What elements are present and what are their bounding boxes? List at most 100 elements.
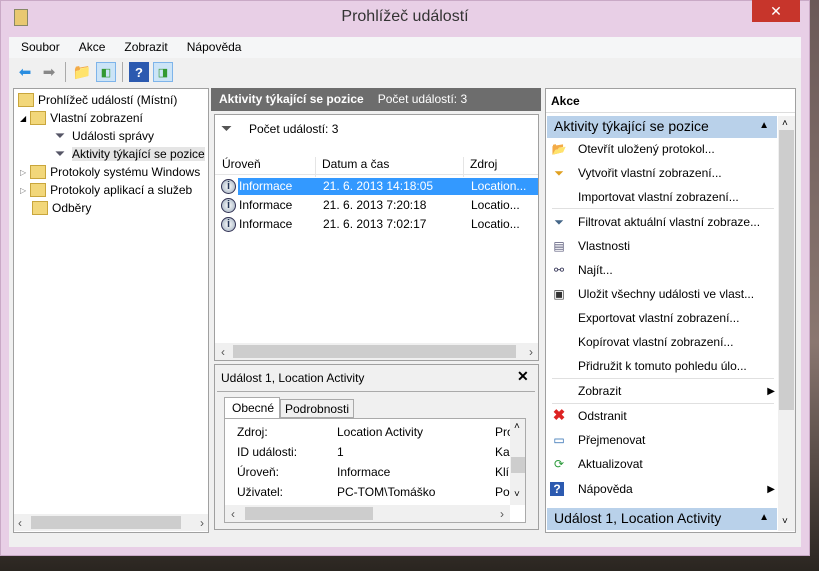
list-horizontal-scrollbar[interactable]: ‹ › xyxy=(215,343,538,360)
tree-item-windows-logs[interactable]: ▷ Protokoly systému Windows xyxy=(20,163,200,181)
action-help[interactable]: ? Nápověda ▶ xyxy=(550,478,775,500)
collapse-icon[interactable]: ▲ xyxy=(759,120,769,131)
tree-item-app-logs[interactable]: ▷ Protokoly aplikací a služeb xyxy=(20,181,192,199)
scroll-thumb[interactable] xyxy=(245,507,373,520)
menu-soubor[interactable]: Soubor xyxy=(9,37,67,58)
submenu-arrow-icon: ▶ xyxy=(767,385,775,397)
folder-icon xyxy=(30,111,47,125)
general-tab-content: Zdroj: Location Activity Pro ID události: 1… xyxy=(224,418,526,523)
scroll-right-icon[interactable]: › xyxy=(200,516,204,530)
menu-zobrazit[interactable]: Zobrazit xyxy=(112,37,174,58)
action-copy[interactable]: Kopírovat vlastní zobrazení... xyxy=(550,331,775,353)
scroll-thumb[interactable] xyxy=(233,345,516,358)
collapse-icon[interactable]: ▲ xyxy=(759,512,769,523)
pane-count: Počet událostí: 3 xyxy=(377,92,468,106)
action-label: Zobrazit xyxy=(578,384,622,398)
rename-icon: ▭ xyxy=(553,433,565,447)
navigation-tree: Prohlížeč událostí (Místní) ◢ Vlastní zob… xyxy=(13,88,209,533)
forward-icon[interactable]: ➡ xyxy=(39,62,59,82)
action-attach-task[interactable]: Přidružit k tomuto pohledu úlo... xyxy=(550,355,775,377)
tree-horizontal-scrollbar[interactable]: ‹ › xyxy=(14,514,208,531)
expand-icon[interactable]: ▷ xyxy=(20,168,26,177)
field-value: 1 xyxy=(337,445,344,459)
scroll-up-icon[interactable]: ˄ xyxy=(782,118,788,129)
action-filter[interactable]: ⏷ Filtrovat aktuální vlastní zobraze... xyxy=(550,211,775,233)
action-find[interactable]: ⚯ Najít... xyxy=(550,259,775,281)
field-label: Po xyxy=(495,485,510,499)
toolbar-separator xyxy=(65,62,66,82)
tree-item-location-activity[interactable]: ⏷ Aktivity týkající se pozice xyxy=(52,145,205,163)
action-export[interactable]: Exportovat vlastní zobrazení... xyxy=(550,307,775,329)
field-label: ID události: xyxy=(237,445,298,459)
scroll-right-icon[interactable]: › xyxy=(500,507,504,521)
tree-root[interactable]: Prohlížeč událostí (Místní) xyxy=(18,91,177,109)
actions-pane: Akce Aktivity týkající se pozice ▲ 📂 Otevř… xyxy=(545,88,796,533)
collapse-icon[interactable]: ◢ xyxy=(20,114,26,123)
show-tree-icon[interactable]: ◧ xyxy=(96,62,116,82)
close-icon[interactable]: ✕ xyxy=(517,368,529,385)
scroll-left-icon[interactable]: ‹ xyxy=(14,516,22,530)
tab-details[interactable]: Podrobnosti xyxy=(280,399,354,418)
field-label: Zdroj: xyxy=(237,425,268,439)
action-view[interactable]: Zobrazit ▶ xyxy=(550,380,775,402)
tree-item-subscriptions[interactable]: Odběry xyxy=(32,199,91,217)
divider xyxy=(552,378,774,379)
menu-akce[interactable]: Akce xyxy=(67,37,113,58)
detail-horizontal-scrollbar[interactable]: ‹ › xyxy=(225,505,510,522)
action-group-event[interactable]: Událost 1, Location Activity ▲ xyxy=(547,508,777,530)
scroll-down-icon[interactable]: ˅ xyxy=(782,516,788,527)
event-row[interactable]: i Informace 21. 6. 2013 7:02:17 Locatio... xyxy=(216,215,537,234)
blank-icon xyxy=(550,335,568,349)
blank-icon xyxy=(550,359,568,373)
tree-item-custom-views[interactable]: ◢ Vlastní zobrazení xyxy=(20,109,143,127)
scroll-thumb[interactable] xyxy=(779,130,794,410)
help-icon[interactable]: ? xyxy=(129,62,149,82)
cell-level: Informace xyxy=(239,179,293,193)
info-icon: i xyxy=(221,217,236,232)
action-label: Kopírovat vlastní zobrazení... xyxy=(578,335,734,349)
scroll-down-icon[interactable]: ˅ xyxy=(514,489,520,500)
up-folder-icon[interactable]: 📁 xyxy=(72,62,92,82)
tab-general[interactable]: Obecné xyxy=(224,397,280,418)
window-title: Prohlížeč událostí xyxy=(341,8,469,25)
detail-vertical-scrollbar[interactable]: ˄ ˅ xyxy=(510,419,525,505)
field-value: PC-TOM\Tomáško xyxy=(337,485,436,499)
scroll-left-icon[interactable]: ‹ xyxy=(215,345,225,359)
scroll-up-icon[interactable]: ˄ xyxy=(514,421,520,432)
scroll-left-icon[interactable]: ‹ xyxy=(225,507,235,521)
event-row[interactable]: i Informace 21. 6. 2013 7:20:18 Locatio... xyxy=(216,196,537,215)
cell-date: 21. 6. 2013 7:02:17 xyxy=(323,217,427,231)
action-label: Nápověda xyxy=(578,482,633,496)
action-refresh[interactable]: ⟳ Aktualizovat xyxy=(550,453,775,475)
field-label: Klí xyxy=(495,465,510,479)
action-open-log[interactable]: 📂 Otevřít uložený protokol... xyxy=(550,138,775,160)
action-create-view[interactable]: ⏷ Vytvořit vlastní zobrazení... xyxy=(550,162,775,184)
action-import-view[interactable]: Importovat vlastní zobrazení... xyxy=(550,186,775,208)
column-date[interactable]: Datum a čas xyxy=(315,157,389,177)
actions-vertical-scrollbar[interactable]: ˄ ˅ xyxy=(778,116,795,531)
action-delete[interactable]: ✖ Odstranit xyxy=(550,405,775,427)
field-label: Úroveň: xyxy=(237,465,280,479)
action-label: Vlastnosti xyxy=(578,239,631,253)
menu-napoveda[interactable]: Nápověda xyxy=(175,37,249,58)
divider xyxy=(217,391,535,392)
action-properties[interactable]: ▤ Vlastnosti xyxy=(550,235,775,257)
delete-icon: ✖ xyxy=(552,407,566,424)
action-label: Filtrovat aktuální vlastní zobraze... xyxy=(578,215,761,229)
scroll-thumb[interactable] xyxy=(511,457,525,473)
action-group-location[interactable]: Aktivity týkající se pozice ▲ xyxy=(547,116,777,138)
action-save-all[interactable]: ▣ Uložit všechny události ve vlast... xyxy=(550,283,775,305)
close-button[interactable]: ✕ xyxy=(752,0,800,22)
event-row[interactable]: i Informace 21. 6. 2013 14:18:05 Location..… xyxy=(216,177,538,196)
group-title: Událost 1, Location Activity xyxy=(554,510,722,526)
column-level[interactable]: Úroveň xyxy=(222,157,261,172)
back-icon[interactable]: ⬅ xyxy=(15,62,35,82)
action-rename[interactable]: ▭ Přejmenovat xyxy=(550,429,775,451)
show-actions-icon[interactable]: ◨ xyxy=(153,62,173,82)
blank-icon xyxy=(550,190,568,204)
scroll-thumb[interactable] xyxy=(31,516,181,529)
expand-icon[interactable]: ▷ xyxy=(20,186,26,195)
tree-item-admin-events[interactable]: ⏷ Události správy xyxy=(52,127,154,145)
scroll-right-icon[interactable]: › xyxy=(529,345,533,359)
column-source[interactable]: Zdroj xyxy=(463,157,497,177)
